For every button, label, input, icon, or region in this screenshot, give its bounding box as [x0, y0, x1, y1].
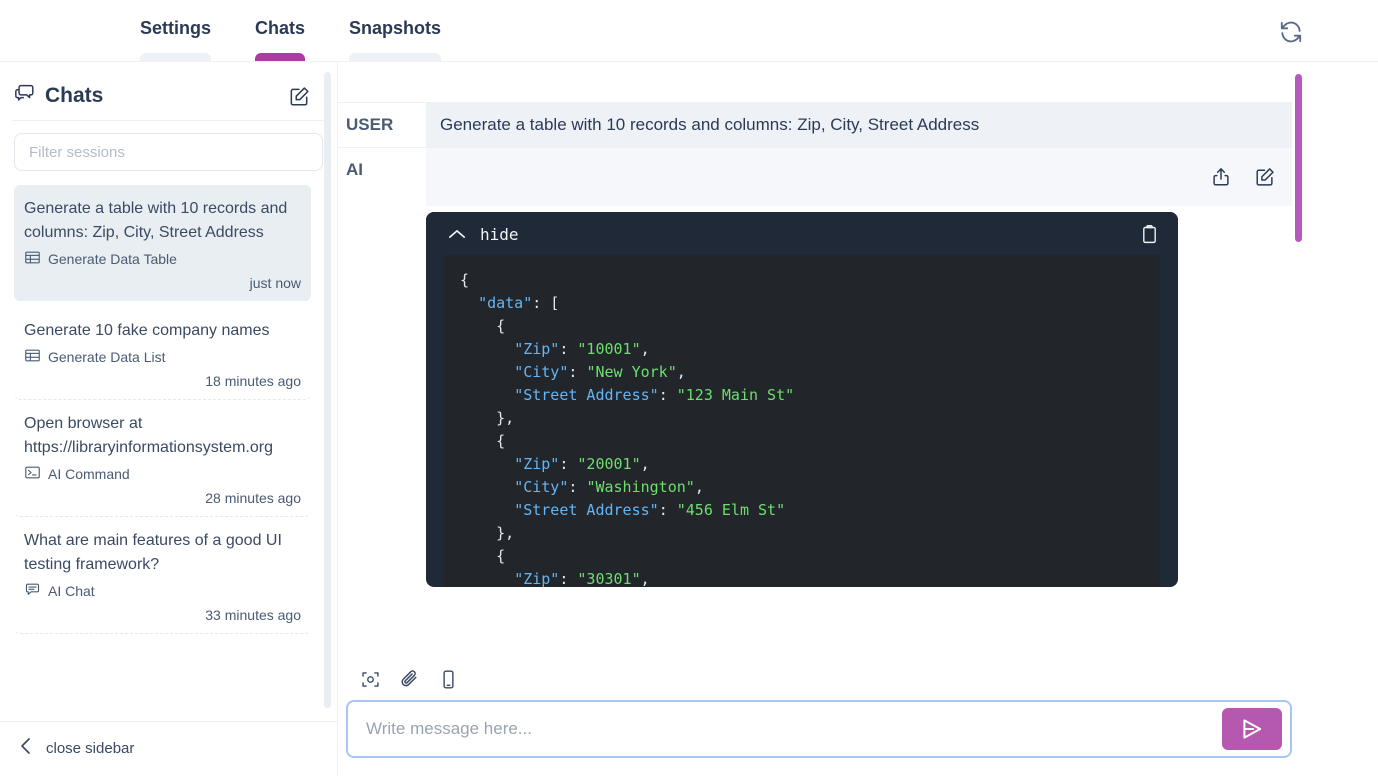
- tab-chats[interactable]: Chats: [233, 0, 327, 61]
- send-button[interactable]: [1222, 708, 1282, 750]
- message-input[interactable]: [348, 719, 1222, 739]
- message-ai: AI: [338, 148, 1292, 206]
- session-meta: AI Chat: [24, 581, 301, 601]
- session-time: 18 minutes ago: [205, 373, 301, 389]
- tab-settings[interactable]: Settings: [118, 0, 233, 61]
- session-title: What are main features of a good UI test…: [24, 532, 282, 573]
- sidebar-header: Chats: [0, 62, 337, 120]
- session-kind-label: Generate Data List: [48, 349, 166, 365]
- session-kind-label: AI Chat: [48, 583, 95, 599]
- new-chat-edit-icon[interactable]: [288, 85, 311, 108]
- filter-sessions-input[interactable]: [14, 133, 323, 171]
- code-toggle-label: hide: [480, 225, 519, 244]
- session-item-1[interactable]: Generate 10 fake company names Generate …: [14, 307, 311, 400]
- session-item-0[interactable]: Generate a table with 10 records and col…: [14, 185, 311, 301]
- chat-bubble-icon: [24, 581, 41, 601]
- paperclip-icon[interactable]: [399, 669, 420, 690]
- refresh-icon[interactable]: [1276, 17, 1306, 47]
- chevron-up-icon: [448, 225, 466, 244]
- message-composer: [338, 653, 1292, 776]
- filter-sessions-wrap: [0, 121, 337, 177]
- top-tab-bar: Settings Chats Snapshots: [0, 0, 1378, 62]
- session-list: Generate a table with 10 records and col…: [0, 177, 337, 721]
- sidebar-scrollbar[interactable]: [324, 72, 331, 708]
- session-item-3[interactable]: What are main features of a good UI test…: [14, 517, 311, 634]
- session-title: Generate 10 fake company names: [24, 322, 270, 339]
- tab-chats-underline: [255, 53, 306, 61]
- table-icon: [24, 249, 41, 269]
- session-kind-label: Generate Data Table: [48, 251, 177, 267]
- sidebar-title-label: Chats: [45, 84, 104, 107]
- session-title: Open browser at https://libraryinformati…: [24, 415, 273, 456]
- table-icon: [24, 347, 41, 367]
- share-icon[interactable]: [1210, 166, 1232, 188]
- tab-list: Settings Chats Snapshots: [0, 0, 463, 61]
- composer-toolbar: [338, 663, 1292, 700]
- user-message-text: Generate a table with 10 records and col…: [426, 103, 1292, 147]
- session-meta: Generate Data List: [24, 347, 301, 367]
- terminal-icon: [24, 464, 41, 484]
- mobile-device-icon[interactable]: [438, 669, 459, 690]
- main-shell: Chats Generate a table with 10 records a…: [0, 62, 1378, 776]
- code-block-header: hide: [426, 212, 1178, 255]
- tab-settings-label: Settings: [140, 18, 212, 38]
- session-time: 33 minutes ago: [205, 607, 301, 623]
- session-title: Generate a table with 10 records and col…: [24, 200, 288, 241]
- ai-role-label: AI: [346, 160, 363, 179]
- message-list: USER Generate a table with 10 records an…: [338, 62, 1292, 653]
- sidebar-title: Chats: [14, 82, 103, 110]
- code-block: hide { "data": [ { "Zip": "10001", "City…: [426, 212, 1178, 587]
- chats-sidebar: Chats Generate a table with 10 records a…: [0, 62, 338, 776]
- conversation-scrollbar[interactable]: [1295, 74, 1302, 242]
- edit-icon[interactable]: [1254, 166, 1276, 188]
- tab-snapshots-label: Snapshots: [349, 18, 442, 38]
- session-time: 28 minutes ago: [205, 490, 301, 506]
- chats-bubble-icon: [14, 82, 36, 110]
- user-role-label: USER: [346, 115, 394, 134]
- close-sidebar-label: close sidebar: [46, 739, 135, 757]
- ai-message-body: [426, 148, 1292, 206]
- tab-chats-label: Chats: [255, 18, 306, 38]
- ai-message-actions: [426, 148, 1292, 206]
- session-kind-label: AI Command: [48, 466, 130, 482]
- message-user: USER Generate a table with 10 records an…: [338, 102, 1292, 148]
- tab-snapshots-underline: [349, 53, 442, 61]
- close-sidebar-button[interactable]: close sidebar: [14, 736, 323, 760]
- session-item-2[interactable]: Open browser at https://libraryinformati…: [14, 400, 311, 517]
- user-message-body: Generate a table with 10 records and col…: [426, 103, 1292, 147]
- conversation-panel: USER Generate a table with 10 records an…: [338, 62, 1378, 776]
- code-content[interactable]: { "data": [ { "Zip": "10001", "City": "N…: [444, 255, 1160, 587]
- sidebar-footer: close sidebar: [0, 721, 337, 776]
- session-meta: Generate Data Table: [24, 249, 301, 269]
- scan-icon[interactable]: [360, 669, 381, 690]
- composer-input-box: [346, 700, 1292, 758]
- tab-snapshots[interactable]: Snapshots: [327, 0, 463, 61]
- clipboard-icon[interactable]: [1139, 224, 1160, 245]
- chevron-left-icon: [18, 736, 34, 760]
- session-time: just now: [249, 275, 301, 291]
- code-toggle-button[interactable]: hide: [448, 225, 519, 244]
- session-meta: AI Command: [24, 464, 301, 484]
- tab-settings-underline: [140, 53, 212, 61]
